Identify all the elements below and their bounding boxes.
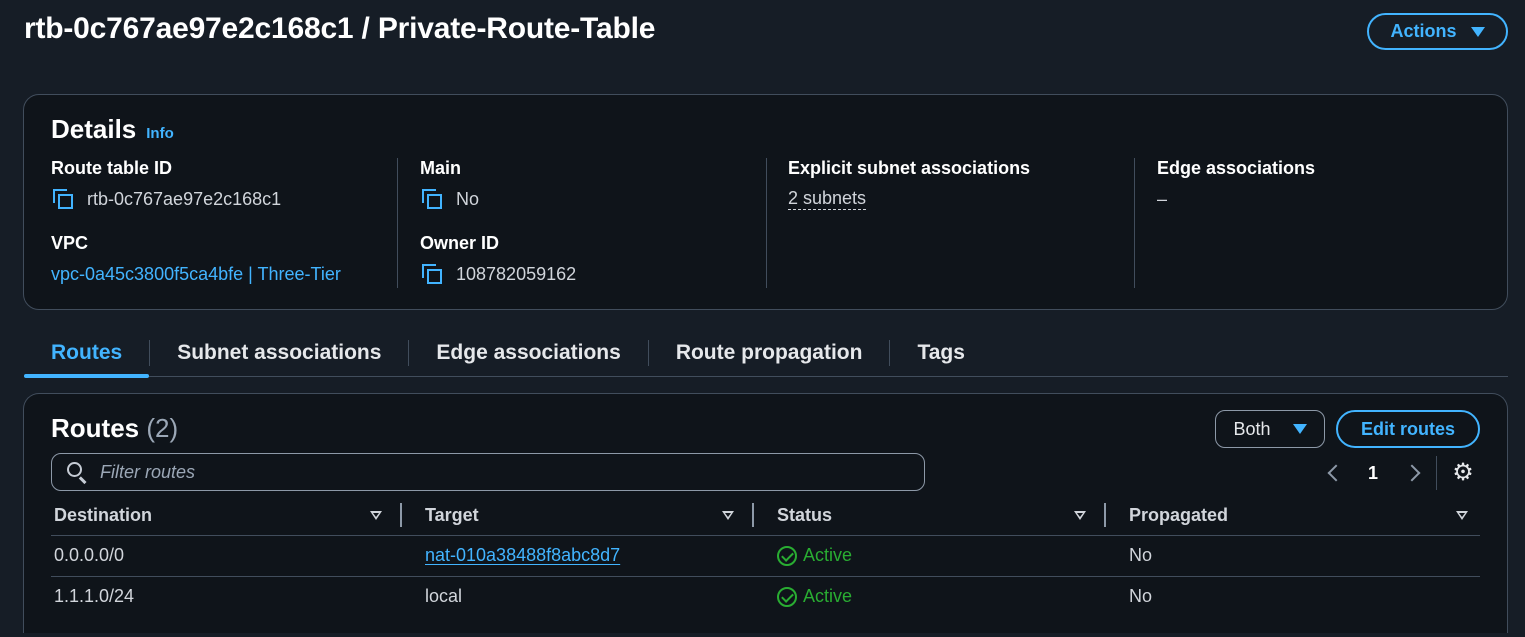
- details-col-4: Edge associations –: [1157, 158, 1497, 213]
- caret-down-icon: [1470, 26, 1485, 37]
- actions-button[interactable]: Actions: [1367, 13, 1508, 50]
- tab-tags[interactable]: Tags: [890, 330, 991, 377]
- explicit-subnets-label: Explicit subnet associations: [788, 158, 1031, 178]
- status-text: Active: [803, 586, 853, 607]
- actions-label: Actions: [1390, 21, 1457, 41]
- details-col-2: Main No Owner ID 108782059162: [420, 158, 760, 288]
- status-text: Active: [803, 545, 853, 565]
- caret-down-icon: [1292, 424, 1307, 434]
- main-label: Main: [420, 158, 462, 178]
- column-divider: [397, 158, 398, 288]
- tab-edge-associations[interactable]: Edge associations: [409, 330, 647, 377]
- check-circle-icon: [777, 545, 797, 566]
- copy-icon[interactable]: [420, 187, 444, 211]
- chevron-right-icon[interactable]: [1403, 464, 1421, 482]
- route-table-id-label: Route table ID: [51, 158, 173, 178]
- cell-target: nat-010a38488f8abc8d7: [402, 535, 754, 577]
- routes-count: (2): [146, 413, 179, 443]
- table-row: 0.0.0.0/0 nat-010a38488f8abc8d7 Active N…: [51, 535, 1480, 577]
- vpc-link[interactable]: vpc-0a45c3800f5ca4bfe | Three-Tier: [51, 260, 391, 288]
- tab-route-propagation[interactable]: Route propagation: [649, 330, 890, 377]
- filter-routes-search[interactable]: [51, 453, 925, 491]
- vpc-label: VPC: [51, 233, 89, 253]
- sort-icon[interactable]: [370, 511, 382, 520]
- routes-title: Routes: [51, 413, 140, 443]
- routes-table: Destination Target Status Propagated 0.0…: [51, 497, 1480, 617]
- sort-icon[interactable]: [722, 511, 734, 520]
- cell-destination: 1.1.1.0/24: [54, 586, 135, 607]
- edge-label: Edge associations: [1157, 158, 1316, 178]
- copy-icon[interactable]: [420, 262, 444, 286]
- column-label: Destination: [54, 505, 153, 526]
- sort-icon[interactable]: [1456, 511, 1468, 520]
- search-icon: [66, 461, 88, 484]
- chevron-left-icon[interactable]: [1327, 464, 1345, 482]
- column-header-propagated[interactable]: Propagated: [1106, 497, 1480, 536]
- column-label: Propagated: [1129, 505, 1229, 526]
- cell-destination: 0.0.0.0/0: [51, 535, 402, 577]
- edit-routes-button[interactable]: Edit routes: [1336, 410, 1480, 448]
- cell-status: Active: [754, 576, 1106, 617]
- details-title: Details: [51, 114, 137, 144]
- cell-propagated: No: [1106, 535, 1480, 577]
- info-link[interactable]: Info: [146, 125, 174, 142]
- routes-heading: Routes (2): [51, 413, 178, 444]
- route-filter-value: Both: [1233, 418, 1271, 439]
- explicit-subnets-value: 2 subnets: [788, 185, 1128, 213]
- owner-id-text: 108782059162: [456, 263, 577, 284]
- search-input[interactable]: [100, 461, 900, 483]
- cell-status: Active: [754, 535, 1106, 577]
- column-divider: [766, 158, 767, 288]
- cell-propagated: No: [1129, 586, 1153, 607]
- details-col-3: Explicit subnet associations 2 subnets: [788, 158, 1128, 213]
- main-text: No: [456, 188, 480, 209]
- route-table-id-text: rtb-0c767ae97e2c168c1: [87, 188, 282, 209]
- copy-icon[interactable]: [51, 187, 75, 211]
- cell-target: local: [425, 586, 463, 607]
- details-col-1: Route table ID rtb-0c767ae97e2c168c1 VPC…: [51, 158, 391, 288]
- page-title: rtb-0c767ae97e2c168c1 / Private-Route-Ta…: [24, 12, 656, 45]
- column-label: Status: [777, 505, 833, 526]
- details-heading: Details Info: [51, 114, 174, 145]
- column-header-status[interactable]: Status: [754, 497, 1106, 536]
- target-link[interactable]: nat-010a38488f8abc8d7: [425, 545, 620, 565]
- pagination: 1 ⚙: [1320, 456, 1475, 490]
- gear-icon[interactable]: ⚙: [1451, 461, 1475, 485]
- column-label: Target: [425, 505, 479, 526]
- table-header-row: Destination Target Status Propagated: [51, 497, 1480, 536]
- route-table-id-value: rtb-0c767ae97e2c168c1: [51, 185, 391, 213]
- table-row: 1.1.1.0/24 local Active No: [51, 576, 1480, 617]
- route-filter-select[interactable]: Both: [1215, 410, 1325, 448]
- explicit-subnets-popover[interactable]: 2 subnets: [788, 188, 867, 210]
- main-value: No: [420, 185, 760, 213]
- tab-bar: Routes Subnet associations Edge associat…: [24, 330, 1508, 378]
- check-circle-icon: [777, 586, 797, 607]
- owner-id-value: 108782059162: [420, 260, 760, 288]
- tab-routes[interactable]: Routes: [24, 330, 150, 378]
- edge-value: –: [1157, 188, 1168, 209]
- page-number[interactable]: 1: [1368, 463, 1378, 484]
- tab-subnet-associations[interactable]: Subnet associations: [150, 330, 408, 377]
- column-header-target[interactable]: Target: [402, 497, 754, 536]
- sort-icon[interactable]: [1074, 511, 1086, 520]
- pager-separator: [1436, 456, 1438, 490]
- owner-id-label: Owner ID: [420, 233, 500, 253]
- column-header-destination[interactable]: Destination: [51, 497, 402, 536]
- column-divider: [1134, 158, 1135, 288]
